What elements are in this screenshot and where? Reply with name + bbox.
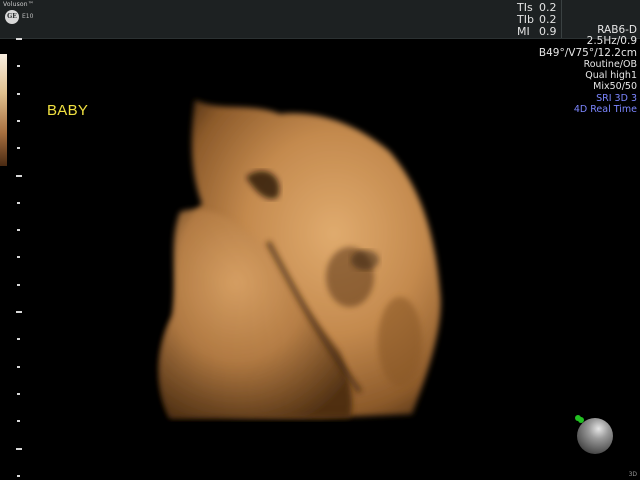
depth-tick — [17, 338, 20, 341]
volume-angle-param: B49°/V75°/12.2cm — [538, 46, 637, 59]
depth-tick — [17, 119, 20, 122]
depth-scale — [14, 30, 24, 480]
depth-tick — [16, 38, 22, 40]
depth-tick — [17, 65, 20, 68]
quality-param: Qual high1 — [585, 70, 637, 82]
depth-tick — [17, 420, 20, 423]
depth-tick — [17, 92, 20, 95]
mix-param: Mix50/50 — [593, 81, 637, 93]
depth-tick — [17, 365, 20, 368]
orientation-ball-icon[interactable] — [577, 418, 613, 454]
depth-tick — [17, 229, 20, 232]
depth-tick — [16, 447, 22, 450]
acquisition-parameters: RAB6-D 2.5Hz/0.9 B49°/V75°/12.2cm Routin… — [538, 24, 637, 116]
sri-mode: SRI 3D 3 — [596, 92, 637, 104]
fetal-3d-render[interactable] — [150, 92, 450, 422]
ge-logo-icon: GE — [5, 10, 19, 24]
index-label: MI — [517, 25, 530, 38]
brand-model: E10 — [22, 13, 34, 20]
frequency-param: 2.5Hz/0.9 — [586, 35, 637, 48]
brand-logo-area: Voluson™ GE E10 — [3, 1, 47, 27]
image-annotation-label[interactable]: BABY — [47, 102, 88, 119]
brand-name: Voluson™ — [3, 1, 34, 8]
grayscale-map-bar — [0, 54, 7, 166]
depth-tick — [17, 201, 20, 204]
render-body — [159, 100, 441, 418]
depth-tick — [17, 283, 20, 286]
depth-tick — [17, 392, 20, 395]
render-mode: 4D Real Time — [573, 104, 637, 116]
depth-tick — [16, 311, 22, 313]
corner-mode-tag: 3D — [628, 471, 637, 478]
depth-tick — [16, 174, 22, 177]
preset-param: Routine/OB — [583, 58, 637, 70]
depth-tick — [17, 147, 20, 150]
depth-tick — [17, 256, 20, 259]
depth-tick — [17, 474, 20, 477]
